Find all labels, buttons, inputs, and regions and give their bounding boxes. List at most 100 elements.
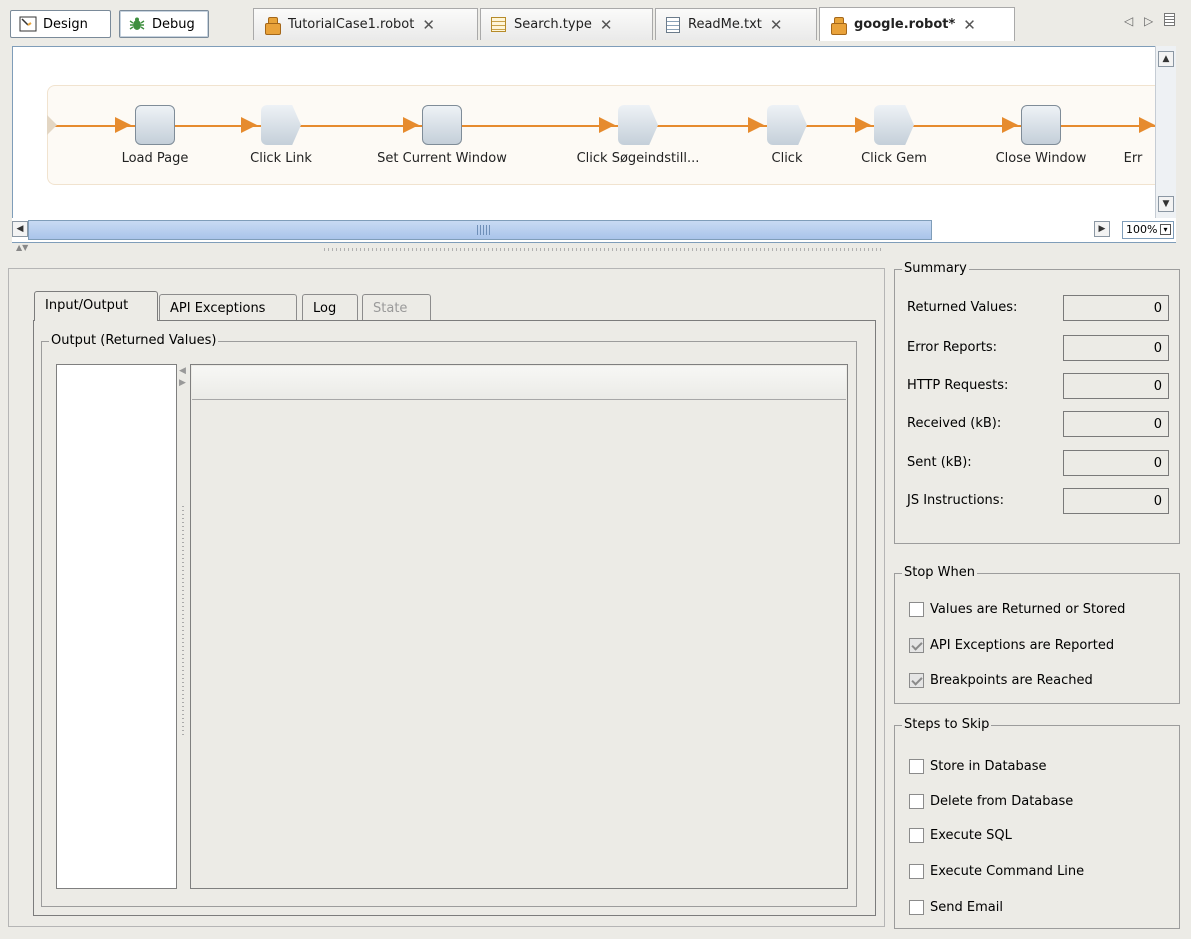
checkbox-label: Delete from Database — [930, 793, 1074, 809]
tab-scroll-left-icon[interactable]: ◁ — [1124, 14, 1133, 28]
editor-tab-bar: Design Debug TutorialCase1.robot ✕ Searc… — [0, 0, 1191, 46]
checkbox-label: Values are Returned or Stored — [930, 601, 1126, 617]
checkbox-label: API Exceptions are Reported — [930, 637, 1115, 653]
grip-icon — [477, 225, 491, 235]
collapse-left-icon[interactable]: ◀ — [179, 366, 186, 376]
tab-state: State — [362, 294, 431, 322]
skip-store-in-database[interactable]: Store in Database — [909, 755, 1047, 777]
robot-flow-canvas[interactable]: Load Page Click Link Set Current Window … — [12, 46, 1176, 243]
close-icon[interactable]: ✕ — [600, 16, 613, 34]
tab-tutorialcase1-robot[interactable]: TutorialCase1.robot ✕ — [253, 8, 478, 40]
collapse-arrows-icon[interactable]: ▲▼ — [16, 243, 28, 252]
checkbox-label: Send Email — [930, 899, 1003, 915]
skip-delete-from-database[interactable]: Delete from Database — [909, 790, 1073, 812]
flow-arrow-icon — [403, 117, 419, 133]
robot-icon — [264, 16, 281, 35]
scroll-up-icon[interactable]: ▲ — [1158, 51, 1174, 67]
stop-when-breakpoints[interactable]: Breakpoints are Reached — [909, 669, 1093, 691]
skip-execute-sql[interactable]: Execute SQL — [909, 824, 1012, 846]
checkbox-label: Store in Database — [930, 758, 1047, 774]
debug-mode-label: Debug — [152, 16, 195, 32]
output-group-title: Output (Returned Values) — [49, 333, 219, 348]
summary-row-sent-kb: Sent (kB): 0 — [907, 450, 1169, 476]
stop-when-values-returned[interactable]: Values are Returned or Stored — [909, 598, 1125, 620]
scroll-thumb[interactable] — [28, 220, 932, 240]
step-node[interactable] — [422, 105, 462, 145]
summary-row-error-reports: Error Reports: 0 — [907, 335, 1169, 361]
step-node[interactable] — [135, 105, 175, 145]
checkbox[interactable] — [909, 601, 924, 617]
tab-search-type[interactable]: Search.type ✕ — [480, 8, 653, 40]
checkbox[interactable] — [909, 672, 924, 688]
tab-label: Input/Output — [45, 298, 129, 313]
close-icon[interactable]: ✕ — [422, 16, 435, 34]
checkbox[interactable] — [909, 863, 924, 879]
steps-to-skip-title: Steps to Skip — [902, 717, 992, 732]
tab-list-icon[interactable] — [1164, 13, 1175, 26]
flow-horizontal-scrollbar[interactable]: ◀ ▶ 100% ▾ — [12, 218, 1176, 242]
summary-row-returned-values: Returned Values: 0 — [907, 295, 1169, 321]
summary-row-js-instructions: JS Instructions: 0 — [907, 488, 1169, 514]
summary-label: JS Instructions: — [907, 493, 1004, 508]
flow-arrow-icon — [115, 117, 131, 133]
tab-label: google.robot* — [854, 17, 956, 32]
summary-value: 0 — [1063, 411, 1169, 437]
summary-label: Error Reports: — [907, 340, 998, 355]
flow-arrow-icon — [599, 117, 615, 133]
checkbox[interactable] — [909, 758, 924, 774]
scroll-left-icon[interactable]: ◀ — [12, 221, 28, 237]
flow-arrow-icon — [1139, 117, 1155, 133]
summary-label: Sent (kB): — [907, 455, 972, 470]
close-icon[interactable]: ✕ — [963, 16, 976, 34]
skip-execute-command-line[interactable]: Execute Command Line — [909, 860, 1084, 882]
output-type-list[interactable] — [56, 364, 177, 889]
summary-label: Returned Values: — [907, 300, 1018, 315]
tab-api-exceptions[interactable]: API Exceptions — [159, 294, 297, 322]
design-mode-label: Design — [43, 16, 88, 32]
document-icon — [666, 16, 680, 33]
step-node[interactable] — [1021, 105, 1061, 145]
zoom-selector[interactable]: 100% ▾ — [1122, 221, 1174, 239]
tab-readme-txt[interactable]: ReadMe.txt ✕ — [655, 8, 817, 40]
tab-label: ReadMe.txt — [688, 17, 762, 32]
flow-step-partial[interactable]: Err — [1113, 105, 1157, 175]
checkbox[interactable] — [909, 637, 924, 653]
output-table-header — [192, 366, 846, 400]
tab-scroll-right-icon[interactable]: ▷ — [1144, 14, 1153, 28]
scroll-down-icon[interactable]: ▼ — [1158, 196, 1174, 212]
checkbox[interactable] — [909, 793, 924, 809]
close-icon[interactable]: ✕ — [770, 16, 783, 34]
tab-input-output[interactable]: Input/Output — [34, 291, 158, 321]
output-splitter[interactable]: ◀ ▶ — [178, 366, 188, 746]
scroll-right-icon[interactable]: ▶ — [1094, 221, 1110, 237]
summary-group: Summary Returned Values: 0 Error Reports… — [894, 261, 1180, 544]
checkbox[interactable] — [909, 827, 924, 843]
summary-value: 0 — [1063, 488, 1169, 514]
summary-value: 0 — [1063, 450, 1169, 476]
tab-google-robot[interactable]: google.robot* ✕ — [819, 7, 1015, 41]
flow-arrow-icon — [855, 117, 871, 133]
zoom-value: 100% — [1126, 223, 1158, 236]
tab-log[interactable]: Log — [302, 294, 358, 322]
design-icon — [19, 16, 37, 32]
design-mode-button[interactable]: Design — [10, 10, 111, 38]
summary-label: Received (kB): — [907, 416, 1002, 431]
flow-start-marker — [47, 115, 57, 135]
type-icon — [491, 17, 506, 32]
summary-label: HTTP Requests: — [907, 378, 1009, 393]
skip-send-email[interactable]: Send Email — [909, 896, 1003, 918]
summary-row-received-kb: Received (kB): 0 — [907, 411, 1169, 437]
bug-icon — [129, 17, 145, 30]
debug-mode-button[interactable]: Debug — [119, 10, 209, 38]
step-label: Close Window — [995, 151, 1087, 166]
stop-when-group: Stop When Values are Returned or Stored … — [894, 565, 1180, 704]
flow-vertical-scrollbar[interactable]: ▲ ▼ — [1155, 46, 1176, 218]
tab-label: TutorialCase1.robot — [288, 17, 415, 32]
output-values-table[interactable] — [190, 364, 848, 889]
collapse-right-icon[interactable]: ▶ — [179, 378, 186, 388]
flow-track — [47, 85, 1157, 185]
checkbox[interactable] — [909, 899, 924, 915]
panel-splitter[interactable]: ▲▼ — [12, 243, 912, 255]
stop-when-api-exceptions[interactable]: API Exceptions are Reported — [909, 634, 1114, 656]
step-label: Set Current Window — [377, 151, 507, 166]
